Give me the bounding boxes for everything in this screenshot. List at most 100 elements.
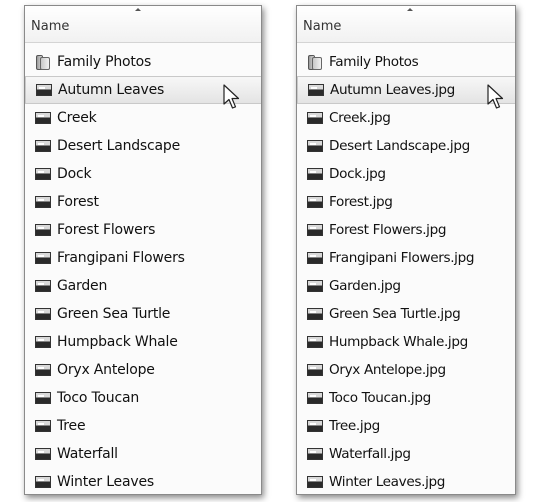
image-file-icon	[35, 308, 51, 320]
image-file-icon	[36, 84, 52, 96]
list-item[interactable]: Humpback Whale.jpg	[297, 328, 515, 356]
list-item[interactable]: Toco Toucan.jpg	[297, 384, 515, 412]
item-name: Forest Flowers.jpg	[329, 222, 447, 238]
mouse-pointer-icon	[487, 84, 504, 109]
item-name: Humpback Whale	[57, 334, 178, 350]
item-name: Green Sea Turtle	[57, 306, 171, 322]
sort-ascending-icon	[135, 8, 141, 11]
item-name: Toco Toucan	[57, 390, 140, 406]
list-item[interactable]: Desert Landscape	[25, 132, 261, 160]
column-header-label: Name	[31, 19, 70, 34]
image-file-icon	[307, 196, 323, 208]
list-item[interactable]: Creek.jpg	[297, 104, 515, 132]
item-name: Winter Leaves.jpg	[329, 474, 446, 490]
file-list: Family Photos Autumn Leaves Creek Desert…	[25, 48, 261, 494]
item-name: Frangipani Flowers	[57, 250, 185, 266]
item-name: Oryx Antelope	[57, 362, 155, 378]
item-name: Tree	[57, 418, 86, 434]
item-name: Family Photos	[57, 54, 152, 70]
item-name: Toco Toucan.jpg	[329, 390, 431, 406]
list-item[interactable]: Dock.jpg	[297, 160, 515, 188]
file-list-with-extensions: Name Family Photos Autumn Leaves.jpg Cre…	[296, 5, 516, 495]
comparison-figure: Name Family Photos Autumn Leaves Creek D…	[0, 0, 537, 502]
item-name: Forest	[57, 194, 99, 210]
list-item[interactable]: Oryx Antelope	[25, 356, 261, 384]
item-name: Dock.jpg	[329, 166, 386, 182]
list-item[interactable]: Green Sea Turtle.jpg	[297, 300, 515, 328]
list-item[interactable]: Family Photos	[297, 48, 515, 76]
item-name: Garden	[57, 278, 108, 294]
image-file-icon	[35, 224, 51, 236]
image-file-icon	[35, 364, 51, 376]
image-file-icon	[307, 392, 323, 404]
mouse-pointer-icon	[223, 84, 240, 109]
item-name: Creek.jpg	[329, 110, 391, 126]
list-item[interactable]: Winter Leaves	[25, 468, 261, 494]
list-item[interactable]: Garden	[25, 272, 261, 300]
image-file-icon	[307, 252, 323, 264]
list-item[interactable]: Forest	[25, 188, 261, 216]
folder-icon	[307, 54, 323, 70]
image-file-icon	[307, 168, 323, 180]
list-item[interactable]: Tree	[25, 412, 261, 440]
item-name: Winter Leaves	[57, 474, 154, 490]
list-item[interactable]: Family Photos	[25, 48, 261, 76]
image-file-icon	[307, 308, 323, 320]
image-file-icon	[307, 336, 323, 348]
image-file-icon	[307, 112, 323, 124]
item-name: Waterfall	[57, 446, 118, 462]
list-item-hovered[interactable]: Autumn Leaves.jpg	[297, 76, 515, 104]
file-list: Family Photos Autumn Leaves.jpg Creek.jp…	[297, 48, 515, 494]
image-file-icon	[35, 336, 51, 348]
list-item[interactable]: Frangipani Flowers	[25, 244, 261, 272]
item-name: Oryx Antelope.jpg	[329, 362, 446, 378]
image-file-icon	[35, 252, 51, 264]
list-item[interactable]: Forest Flowers	[25, 216, 261, 244]
item-name: Desert Landscape	[57, 138, 181, 154]
list-item[interactable]: Oryx Antelope.jpg	[297, 356, 515, 384]
list-item[interactable]: Toco Toucan	[25, 384, 261, 412]
image-file-icon	[35, 392, 51, 404]
item-name: Desert Landscape.jpg	[329, 138, 470, 154]
name-column-header[interactable]: Name	[25, 6, 261, 43]
image-file-icon	[307, 476, 323, 488]
image-file-icon	[307, 364, 323, 376]
image-file-icon	[307, 140, 323, 152]
item-name: Forest Flowers	[57, 222, 156, 238]
list-item[interactable]: Humpback Whale	[25, 328, 261, 356]
list-item[interactable]: Waterfall.jpg	[297, 440, 515, 468]
list-item[interactable]: Desert Landscape.jpg	[297, 132, 515, 160]
image-file-icon	[35, 140, 51, 152]
image-file-icon	[307, 448, 323, 460]
image-file-icon	[35, 196, 51, 208]
image-file-icon	[307, 420, 323, 432]
file-list-without-extensions: Name Family Photos Autumn Leaves Creek D…	[24, 5, 262, 495]
item-name: Autumn Leaves	[58, 82, 165, 98]
image-file-icon	[308, 84, 324, 96]
item-name: Garden.jpg	[329, 278, 401, 294]
image-file-icon	[35, 168, 51, 180]
name-column-header[interactable]: Name	[297, 6, 515, 43]
item-name: Humpback Whale.jpg	[329, 334, 468, 350]
item-name: Waterfall.jpg	[329, 446, 411, 462]
list-item[interactable]: Tree.jpg	[297, 412, 515, 440]
list-item[interactable]: Green Sea Turtle	[25, 300, 261, 328]
sort-ascending-icon	[407, 8, 413, 11]
item-name: Frangipani Flowers.jpg	[329, 250, 475, 266]
item-name: Green Sea Turtle.jpg	[329, 306, 461, 322]
list-item[interactable]: Forest Flowers.jpg	[297, 216, 515, 244]
item-name: Creek	[57, 110, 97, 126]
list-item[interactable]: Frangipani Flowers.jpg	[297, 244, 515, 272]
list-item[interactable]: Winter Leaves.jpg	[297, 468, 515, 494]
list-item[interactable]: Forest.jpg	[297, 188, 515, 216]
list-item[interactable]: Garden.jpg	[297, 272, 515, 300]
folder-icon	[35, 54, 51, 70]
image-file-icon	[307, 224, 323, 236]
item-name: Autumn Leaves.jpg	[330, 82, 455, 98]
image-file-icon	[35, 476, 51, 488]
list-item[interactable]: Dock	[25, 160, 261, 188]
item-name: Family Photos	[329, 54, 419, 70]
list-item[interactable]: Waterfall	[25, 440, 261, 468]
image-file-icon	[35, 280, 51, 292]
image-file-icon	[35, 420, 51, 432]
